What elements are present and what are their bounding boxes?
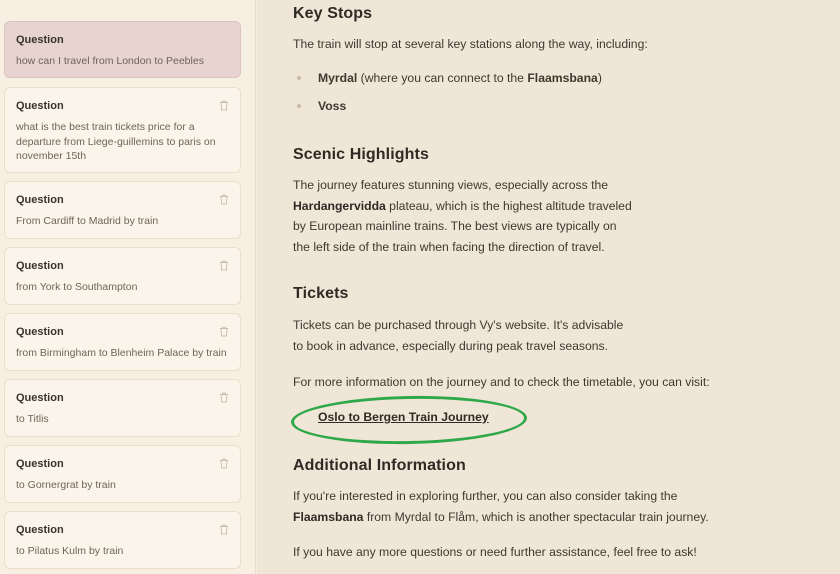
key-stops-intro: The train will stop at several key stati…	[293, 37, 648, 51]
history-item-text: to Titlis	[16, 413, 49, 425]
scenic-line: the left side of the train when facing t…	[293, 239, 605, 254]
history-item-title: Question	[16, 524, 64, 536]
history-item[interactable]: Question From Cardiff to Madrid by train	[4, 181, 241, 239]
history-item-title: Question	[16, 34, 64, 46]
bullet-dot	[297, 76, 301, 80]
trash-icon[interactable]	[219, 458, 229, 469]
history-item[interactable]: Question from York to Southampton	[4, 247, 241, 305]
history-item-text: From Cardiff to Madrid by train	[16, 215, 159, 227]
history-item-title: Question	[16, 100, 64, 112]
scenic-line: The journey features stunning views, esp…	[293, 178, 609, 192]
oslo-bergen-journey-link[interactable]: Oslo to Bergen Train Journey	[318, 410, 489, 424]
history-item-text: from York to Southampton	[16, 281, 138, 293]
railway-name: Flaamsbana	[293, 509, 364, 524]
scenic-line: Hardangervidda plateau, which is the hig…	[293, 196, 632, 217]
history-item-text: from Birmingham to Blenheim Palace by tr…	[16, 347, 227, 359]
history-item-text: what is the best train tickets price for…	[16, 121, 216, 162]
history-item[interactable]: Question to Pilatus Kulm by train	[4, 511, 241, 569]
history-item-text: to Gornergrat by train	[16, 479, 116, 491]
additional-line-rest: from Myrdal to Flåm, which is another sp…	[363, 509, 709, 524]
trash-icon[interactable]	[219, 524, 229, 535]
key-stop-myrdal: Myrdal (where you can connect to the Fla…	[318, 71, 602, 85]
history-item[interactable]: Question from Birmingham to Blenheim Pal…	[4, 313, 241, 371]
key-stop-voss: Voss	[318, 99, 346, 113]
additional-paragraph: If you're interested in exploring furthe…	[293, 486, 709, 527]
additional-line: Flaamsbana from Myrdal to Flåm, which is…	[293, 507, 709, 528]
history-item-text: how can I travel from London to Peebles	[16, 55, 204, 67]
additional-line: If you're interested in exploring furthe…	[293, 489, 678, 503]
stop-name: Myrdal	[318, 71, 358, 85]
history-item-title: Question	[16, 458, 64, 470]
history-item-title: Question	[16, 392, 64, 404]
section-heading-scenic-highlights: Scenic Highlights	[293, 146, 429, 163]
connection-name: Flaamsbana	[527, 71, 598, 85]
tickets-line: to book in advance, especially during pe…	[293, 338, 609, 353]
stop-note: (where you can connect to the	[357, 71, 528, 85]
stop-name: Voss	[318, 99, 347, 113]
trash-icon[interactable]	[219, 392, 229, 403]
trash-icon[interactable]	[219, 260, 229, 271]
tickets-line: Tickets can be purchased through Vy's we…	[293, 318, 624, 332]
bullet-dot	[297, 104, 301, 108]
history-item-text: to Pilatus Kulm by train	[16, 545, 124, 557]
trash-icon[interactable]	[219, 326, 229, 337]
history-item-title: Question	[16, 326, 64, 338]
history-item-title: Question	[16, 260, 64, 272]
stop-note-close: )	[597, 71, 602, 85]
tickets-paragraph: Tickets can be purchased through Vy's we…	[293, 315, 623, 356]
scenic-paragraph: The journey features stunning views, esp…	[293, 175, 632, 257]
history-item-title: Question	[16, 194, 64, 206]
scenic-line: by European mainline trains. The best vi…	[293, 219, 617, 233]
plateau-name: Hardangervidda	[293, 198, 386, 213]
history-item[interactable]: Question to Gornergrat by train	[4, 445, 241, 503]
section-heading-tickets: Tickets	[293, 285, 349, 302]
more-info-text: For more information on the journey and …	[293, 375, 710, 389]
scenic-line-rest: plateau, which is the highest altitude t…	[385, 198, 632, 213]
section-heading-key-stops: Key Stops	[293, 5, 373, 22]
chat-response-panel: Key Stops The train will stop at several…	[257, 0, 840, 574]
trash-icon[interactable]	[219, 100, 229, 111]
history-item[interactable]: Question what is the best train tickets …	[4, 87, 241, 173]
trash-icon[interactable]	[219, 194, 229, 205]
closing-text: If you have any more questions or need f…	[293, 545, 697, 559]
history-item[interactable]: Question to Titlis	[4, 379, 241, 437]
chat-history-sidebar: Question how can I travel from London to…	[0, 0, 256, 574]
section-heading-additional-information: Additional Information	[293, 457, 466, 474]
history-item-active[interactable]: Question how can I travel from London to…	[4, 21, 241, 78]
